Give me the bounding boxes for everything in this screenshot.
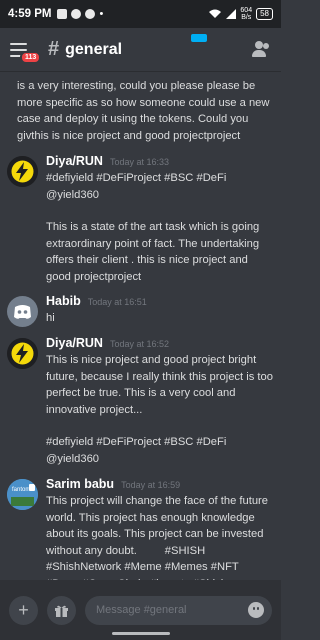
notification-icons: • xyxy=(57,8,103,20)
plus-icon: + xyxy=(18,599,29,620)
message-text: #defiyield #DeFiProject #BSC #DeFi @yiel… xyxy=(46,172,227,201)
members-icon-head xyxy=(255,40,263,49)
author-line: Sarim babu Today at 16:59 xyxy=(46,477,273,491)
message-content: Habib Today at 16:51 hi xyxy=(46,294,273,327)
wifi-icon xyxy=(209,9,222,18)
gift-icon xyxy=(55,605,68,617)
channel-header: 113 # general xyxy=(0,28,281,72)
battery-icon: 58 xyxy=(256,8,273,20)
add-attachment-button[interactable]: + xyxy=(9,595,38,625)
maps-icon xyxy=(85,9,96,19)
mention-badge: 113 xyxy=(20,50,42,64)
message-input-wrapper xyxy=(85,595,272,625)
channel-name[interactable]: general xyxy=(65,41,122,59)
avatar[interactable]: fantom xyxy=(7,479,38,510)
members-icon-body xyxy=(252,49,266,57)
author-name[interactable]: Habib xyxy=(46,294,81,308)
speed-value: 604 xyxy=(240,7,253,14)
speed-unit: B/s xyxy=(241,14,252,21)
author-name[interactable]: Diya/RUN xyxy=(46,336,103,350)
message-content: Diya/RUN Today at 16:33 #defiyield #DeFi… xyxy=(46,154,273,285)
lightning-icon xyxy=(7,156,38,187)
author-name[interactable]: Sarim babu xyxy=(46,477,114,491)
message-item: fantom Sarim babu Today at 16:59 This pr… xyxy=(0,477,281,580)
telegram-icon xyxy=(71,9,82,19)
continued-message: is a very interesting, could you please … xyxy=(0,72,281,144)
message-list[interactable]: is a very interesting, could you please … xyxy=(0,72,281,580)
members-icon-head2 xyxy=(263,42,269,49)
message-text: is a very interesting, could you please … xyxy=(17,80,270,142)
message-item: Diya/RUN Today at 16:52 This is nice pro… xyxy=(0,336,281,467)
message-item: Habib Today at 16:51 hi xyxy=(0,294,281,327)
network-speed: 604 B/s xyxy=(240,7,252,21)
home-indicator xyxy=(112,632,170,635)
avatar[interactable] xyxy=(7,338,38,369)
emoji-icon[interactable] xyxy=(248,602,264,618)
timestamp: Today at 16:52 xyxy=(109,339,170,349)
status-bar: 4:59 PM • 604 B/s 58 xyxy=(0,0,281,28)
menu-bar xyxy=(10,42,27,45)
timestamp: Today at 16:33 xyxy=(109,157,170,167)
avatar-text: fantom xyxy=(12,487,30,493)
gift-button[interactable] xyxy=(47,595,76,625)
author-name[interactable]: Diya/RUN xyxy=(46,154,103,168)
message-content: Sarim babu Today at 16:59 This project w… xyxy=(46,477,273,580)
notice-tag xyxy=(191,34,207,42)
message-text: #defiyield #DeFiProject #BSC #DeFi @yiel… xyxy=(46,436,227,465)
message-text: hi xyxy=(46,312,55,324)
message-content: Diya/RUN Today at 16:52 This is nice pro… xyxy=(46,336,273,467)
message-composer: + xyxy=(0,580,281,640)
status-right: 604 B/s 58 xyxy=(208,7,273,21)
hash-icon: # xyxy=(48,38,60,60)
message-text: This is nice project and good project br… xyxy=(46,354,273,416)
message-item: Diya/RUN Today at 16:33 #defiyield #DeFi… xyxy=(0,154,281,285)
signal-icon xyxy=(226,9,237,19)
menu-button[interactable]: 113 xyxy=(10,37,42,64)
author-line: Diya/RUN Today at 16:52 xyxy=(46,336,273,350)
timestamp: Today at 16:59 xyxy=(121,480,181,490)
avatar[interactable] xyxy=(7,296,38,327)
message-text: This project will change the face of the… xyxy=(46,495,269,580)
author-line: Habib Today at 16:51 xyxy=(46,294,273,308)
members-icon[interactable] xyxy=(249,39,271,61)
dot-icon: • xyxy=(99,8,104,20)
message-input[interactable] xyxy=(96,604,248,616)
author-line: Diya/RUN Today at 16:33 xyxy=(46,154,273,168)
avatar[interactable] xyxy=(7,156,38,187)
fantom-logo-icon: fantom xyxy=(7,479,38,510)
lightning-icon xyxy=(7,338,38,369)
gallery-icon xyxy=(57,9,68,19)
discord-icon xyxy=(14,305,31,319)
status-time: 4:59 PM xyxy=(8,8,52,20)
message-text: This is a state of the art task which is… xyxy=(46,221,260,283)
timestamp: Today at 16:51 xyxy=(87,297,147,307)
